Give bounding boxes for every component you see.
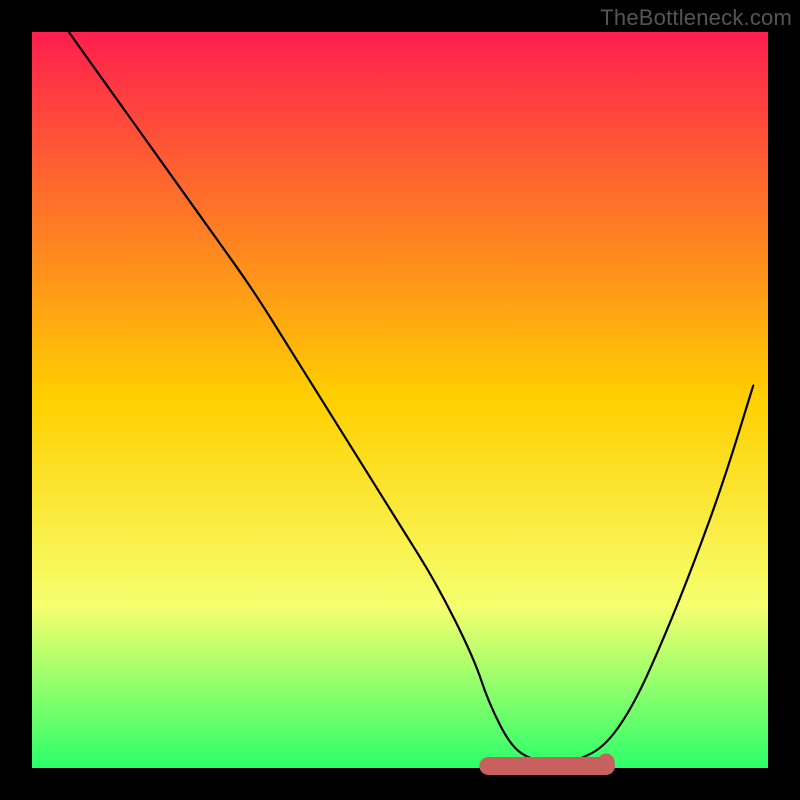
optimal-marker-end — [598, 754, 615, 771]
chart-svg — [0, 0, 800, 800]
chart-container: { "watermark": "TheBottleneck.com", "col… — [0, 0, 800, 800]
plot-area — [32, 32, 768, 768]
watermark: TheBottleneck.com — [600, 5, 792, 31]
